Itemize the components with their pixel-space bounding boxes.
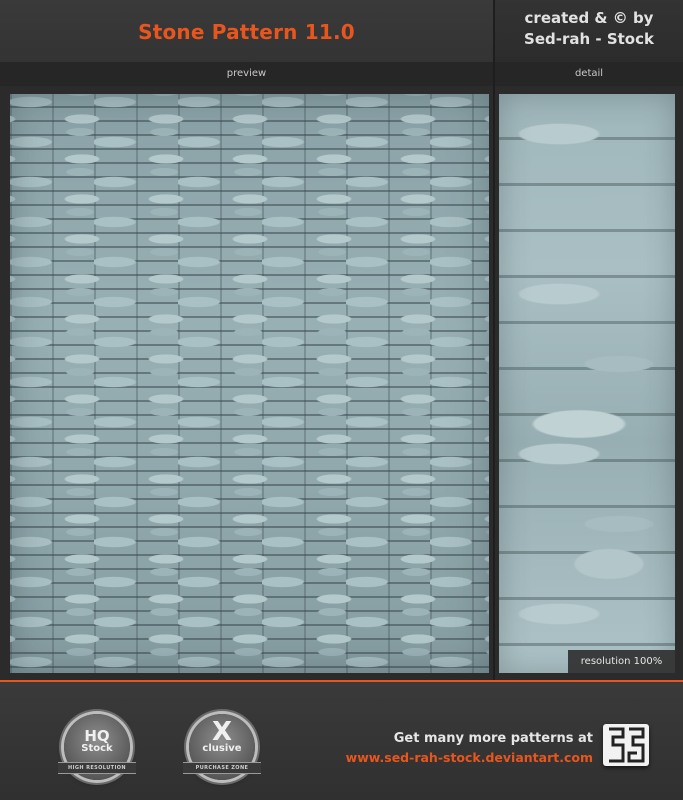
resolution-badge: resolution 100% [568,650,675,673]
hq-badge-ribbon: HIGH RESOLUTION [58,762,136,774]
x-badge-sub: clusive [202,743,242,754]
page-title: Stone Pattern 11.0 [138,20,355,44]
panel-divider [493,0,495,680]
stone-preview-image [10,94,489,673]
hq-badge-main: HQ [84,727,110,745]
credit-text: created & © by Sed-rah - Stock [495,8,683,50]
x-badge-main: X [211,717,233,747]
hq-badge-sub: Stock [81,743,113,754]
promo-text: Get many more patterns at [393,731,593,746]
detail-label: detail [495,62,683,86]
hq-stock-badge: HQ Stock HIGH RESOLUTION [58,714,136,780]
x-badge-ribbon: PURCHASE ZONE [183,762,261,774]
credit-line-2: Sed-rah - Stock [524,30,654,48]
xclusive-badge: X clusive PURCHASE ZONE [183,714,261,780]
header-credit-area: created & © by Sed-rah - Stock [495,0,683,62]
preview-label: preview [0,62,493,86]
sed-rah-logo-icon [603,724,649,766]
promo-link[interactable]: www.sed-rah-stock.deviantart.com [300,749,593,766]
stone-detail-image [499,94,675,673]
credit-line-1: created & © by [524,9,654,27]
header-title-area: Stone Pattern 11.0 [0,0,493,62]
